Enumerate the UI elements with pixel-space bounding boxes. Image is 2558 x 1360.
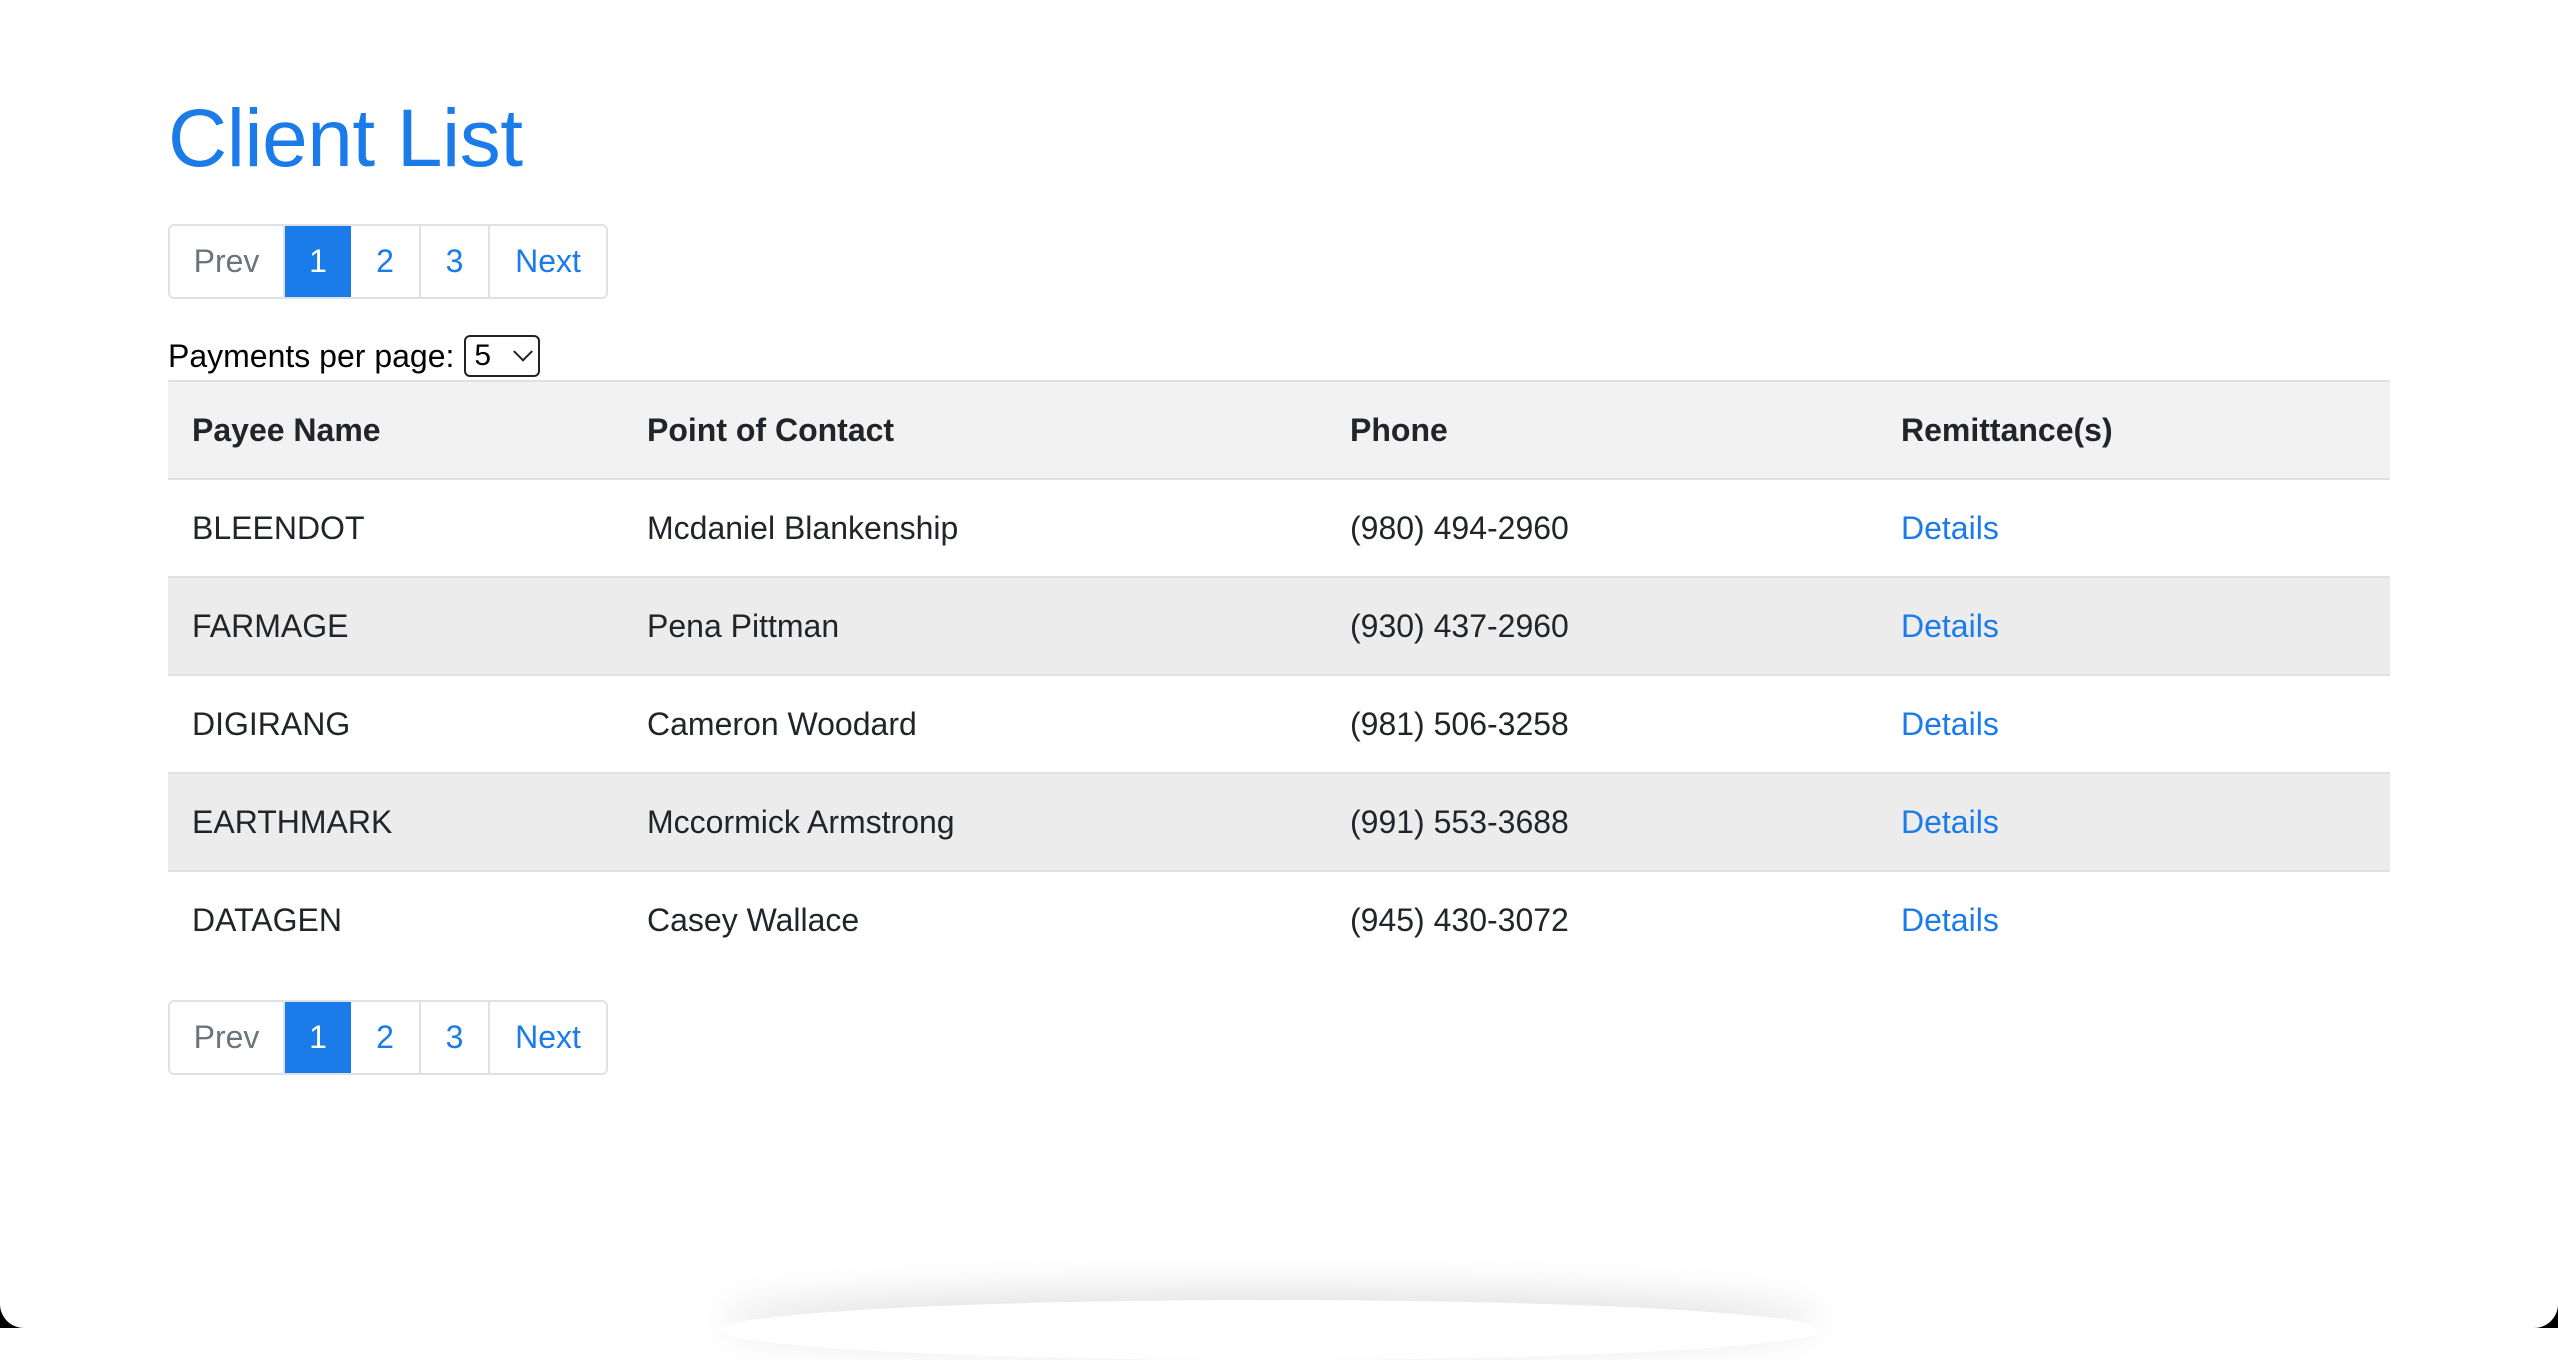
table-row: DATAGEN Casey Wallace (945) 430-3072 Det…: [168, 870, 2390, 968]
page-2-button[interactable]: 2: [351, 1002, 421, 1073]
contact-cell: Cameron Woodard: [647, 705, 917, 742]
details-link[interactable]: Details: [1901, 902, 1999, 938]
pagination-top: Prev 1 2 3 Next: [168, 224, 608, 299]
phone-cell: (930) 437-2960: [1350, 607, 1569, 644]
phone-cell: (945) 430-3072: [1350, 901, 1569, 938]
page-2-button[interactable]: 2: [351, 226, 421, 297]
header-point-of-contact: Point of Contact: [647, 411, 895, 448]
contact-cell: Pena Pittman: [647, 607, 840, 644]
details-link[interactable]: Details: [1901, 510, 1999, 546]
window-corner-left: [0, 1280, 48, 1328]
contact-cell: Mcdaniel Blankenship: [647, 509, 959, 546]
phone-cell: (980) 494-2960: [1350, 509, 1569, 546]
contact-cell: Casey Wallace: [647, 901, 860, 938]
details-link[interactable]: Details: [1901, 608, 1999, 644]
pagination-bottom: Prev 1 2 3 Next: [168, 1000, 608, 1075]
chevron-down-icon: [513, 341, 534, 362]
per-page-control: Payments per page: 5: [168, 334, 541, 378]
phone-cell: (991) 553-3688: [1350, 803, 1569, 840]
payee-name-cell: DATAGEN: [192, 901, 342, 938]
table-row: EARTHMARK Mccormick Armstrong (991) 553-…: [168, 772, 2390, 870]
per-page-value: 5: [474, 339, 492, 372]
page-1-button[interactable]: 1: [285, 226, 351, 297]
per-page-select[interactable]: 5: [464, 335, 541, 377]
contact-cell: Mccormick Armstrong: [647, 803, 955, 840]
header-phone: Phone: [1350, 411, 1448, 448]
page-3-button[interactable]: 3: [421, 1002, 490, 1073]
next-page-button[interactable]: Next: [490, 226, 606, 297]
prev-page-button[interactable]: Prev: [170, 1002, 285, 1073]
page-1-button[interactable]: 1: [285, 1002, 351, 1073]
header-remittances: Remittance(s): [1901, 411, 2113, 448]
phone-cell: (981) 506-3258: [1350, 705, 1569, 742]
header-payee-name: Payee Name: [192, 411, 381, 448]
window-corner-right: [2510, 1280, 2558, 1328]
payee-name-cell: EARTHMARK: [192, 803, 393, 840]
prev-page-button[interactable]: Prev: [170, 226, 285, 297]
per-page-label: Payments per page:: [168, 337, 455, 374]
client-table: Payee Name Point of Contact Phone Remitt…: [168, 380, 2390, 968]
payee-name-cell: BLEENDOT: [192, 509, 365, 546]
details-link[interactable]: Details: [1901, 706, 1999, 742]
table-row: BLEENDOT Mcdaniel Blankenship (980) 494-…: [168, 478, 2390, 576]
payee-name-cell: DIGIRANG: [192, 705, 351, 742]
details-link[interactable]: Details: [1901, 804, 1999, 840]
next-page-button[interactable]: Next: [490, 1002, 606, 1073]
table-row: DIGIRANG Cameron Woodard (981) 506-3258 …: [168, 674, 2390, 772]
payee-name-cell: FARMAGE: [192, 607, 349, 644]
page-title: Client List: [168, 93, 523, 184]
page-3-button[interactable]: 3: [421, 226, 490, 297]
table-header-row: Payee Name Point of Contact Phone Remitt…: [168, 380, 2390, 478]
table-row: FARMAGE Pena Pittman (930) 437-2960 Deta…: [168, 576, 2390, 674]
window-shadow: [720, 1300, 1820, 1360]
